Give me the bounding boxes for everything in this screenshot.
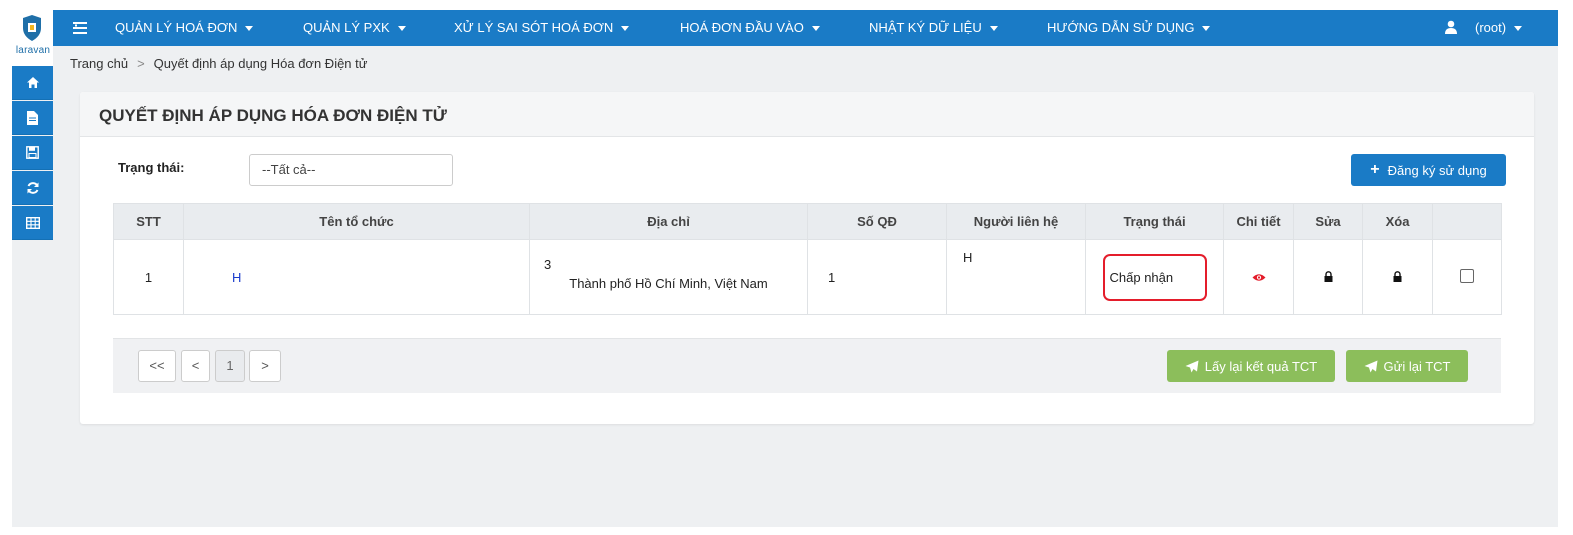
- menu-toggle-icon[interactable]: [73, 21, 87, 35]
- chevron-down-icon: [621, 26, 630, 32]
- user-icon: [1445, 20, 1457, 34]
- breadcrumb: Trang chủ > Quyết định áp dụng Hóa đơn Điệ…: [70, 56, 367, 71]
- decisions-table: STT Tên tổ chức Địa chỉ Số QĐ Người liên…: [113, 203, 1502, 315]
- rail-table-button[interactable]: [12, 206, 53, 240]
- left-rail: laravan: [12, 10, 53, 527]
- send-icon: [1185, 360, 1199, 372]
- rail-refresh-button[interactable]: [12, 171, 53, 205]
- lock-icon[interactable]: [1393, 270, 1402, 282]
- row-checkbox[interactable]: [1460, 268, 1474, 283]
- column-header: Xóa: [1362, 203, 1433, 240]
- breadcrumb-current: Quyết định áp dụng Hóa đơn Điện tử: [153, 56, 368, 71]
- cell-contact: H: [946, 239, 1086, 315]
- nav-pxk-management[interactable]: QUẢN LÝ PXK: [303, 10, 406, 46]
- panel-header: QUYẾT ĐỊNH ÁP DỤNG HÓA ĐƠN ĐIỆN TỬ: [80, 92, 1534, 137]
- status-filter-label: Trạng thái:: [118, 160, 185, 175]
- rail-save-button[interactable]: [12, 136, 53, 170]
- nav-data-log[interactable]: NHẬT KÝ DỮ LIỆU: [869, 10, 998, 46]
- column-header: Địa chỉ: [529, 203, 808, 240]
- register-button[interactable]: + Đăng ký sử dụng: [1351, 154, 1506, 186]
- cell-stt: 1: [113, 239, 184, 315]
- table-header-row: STT Tên tổ chức Địa chỉ Số QĐ Người liên…: [113, 203, 1502, 240]
- plus-icon: +: [1370, 161, 1380, 178]
- refresh-icon: [27, 181, 38, 194]
- column-header: Tên tổ chức: [183, 203, 530, 240]
- app-window: laravan QUẢN LÝ HOÁ ĐƠN QUẢN LÝ PXK XỬ L…: [12, 10, 1558, 527]
- brand-word: laravan: [15, 45, 51, 56]
- brand-logo[interactable]: laravan: [12, 10, 53, 66]
- chevron-down-icon: [989, 26, 998, 32]
- column-header: Sửa: [1293, 203, 1363, 240]
- home-icon: [26, 77, 39, 88]
- user-menu[interactable]: (root): [1475, 10, 1523, 46]
- chevron-down-icon: [811, 26, 820, 32]
- cell-decision-number: 1: [807, 239, 947, 315]
- chevron-down-icon: [245, 26, 254, 32]
- cell-org-name[interactable]: H: [183, 239, 530, 315]
- column-header: Trạng thái: [1085, 203, 1224, 240]
- save-icon: [26, 146, 39, 159]
- breadcrumb-separator: >: [137, 56, 145, 71]
- cell-address: 3 Thành phố Hồ Chí Minh, Việt Nam: [529, 239, 808, 315]
- column-header: STT: [113, 203, 184, 240]
- eye-icon[interactable]: [1252, 273, 1266, 282]
- cell-select: [1432, 239, 1502, 315]
- column-header: [1432, 203, 1502, 240]
- logo-mark-icon: [23, 15, 41, 41]
- table-icon: [25, 216, 40, 229]
- rail-home-button[interactable]: [12, 66, 53, 100]
- pagination-page-button[interactable]: 1: [215, 350, 245, 382]
- status-badge: Chấp nhận: [1102, 253, 1207, 301]
- file-icon: [27, 110, 38, 125]
- pagination-prev-button[interactable]: <: [181, 350, 210, 382]
- fetch-tct-result-button[interactable]: Lấy lại kết quả TCT: [1167, 350, 1335, 382]
- column-header: Chi tiết: [1223, 203, 1294, 240]
- pagination-next-button[interactable]: >: [249, 350, 281, 382]
- nav-input-invoice[interactable]: HOÁ ĐƠN ĐẦU VÀO: [680, 10, 820, 46]
- nav-invoice-error-handling[interactable]: XỬ LÝ SAI SÓT HOÁ ĐƠN: [454, 10, 630, 46]
- main-panel: QUYẾT ĐỊNH ÁP DỤNG HÓA ĐƠN ĐIỆN TỬ Trạng…: [80, 92, 1534, 424]
- table-row: 1 H 3 Thành phố Hồ Chí Minh, Việt Nam 1 …: [113, 239, 1502, 315]
- page-title: QUYẾT ĐỊNH ÁP DỤNG HÓA ĐƠN ĐIỆN TỬ: [99, 106, 447, 125]
- chevron-down-icon: [1202, 26, 1211, 32]
- chevron-down-icon: [397, 26, 406, 32]
- column-header: Số QĐ: [807, 203, 947, 240]
- chevron-down-icon: [1514, 26, 1523, 32]
- resend-tct-button[interactable]: Gửi lại TCT: [1346, 350, 1468, 382]
- status-filter-select[interactable]: --Tất cả--: [249, 154, 453, 186]
- breadcrumb-home-link[interactable]: Trang chủ: [70, 56, 128, 71]
- column-header: Người liên hệ: [946, 203, 1086, 240]
- cell-status: Chấp nhận: [1085, 239, 1224, 315]
- send-icon: [1364, 360, 1378, 372]
- top-navbar: QUẢN LÝ HOÁ ĐƠN QUẢN LÝ PXK XỬ LÝ SAI SÓ…: [53, 10, 1558, 46]
- pagination-first-button[interactable]: <<: [138, 350, 176, 382]
- lock-icon[interactable]: [1324, 270, 1333, 282]
- cell-detail: [1223, 239, 1294, 315]
- nav-invoice-management[interactable]: QUẢN LÝ HOÁ ĐƠN: [115, 10, 254, 46]
- cell-edit: [1293, 239, 1363, 315]
- table-footer-bar: << < 1 > Lấy lại kết quả TCT Gửi lại TCT: [113, 338, 1501, 393]
- nav-user-guide[interactable]: HƯỚNG DẪN SỬ DỤNG: [1047, 10, 1211, 46]
- cell-delete: [1362, 239, 1433, 315]
- rail-invoice-button[interactable]: [12, 101, 53, 135]
